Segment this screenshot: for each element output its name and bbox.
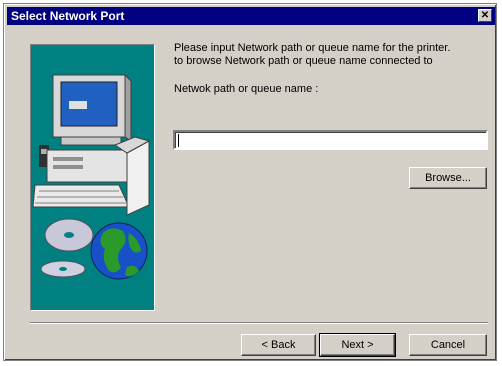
dialog-title: Select Network Port: [11, 9, 125, 23]
back-button[interactable]: < Back: [241, 334, 316, 356]
network-path-input[interactable]: [173, 130, 488, 150]
cancel-button[interactable]: Cancel: [409, 334, 487, 356]
button-separator: [30, 322, 488, 324]
cd-disc-icon: [40, 218, 94, 278]
title-bar: Select Network Port ✕: [7, 7, 495, 25]
close-icon: ✕: [480, 10, 490, 21]
close-button[interactable]: ✕: [478, 9, 492, 22]
instruction-line-1: Please input Network path or queue name …: [174, 42, 451, 54]
network-path-label: Netwok path or queue name :: [174, 83, 319, 95]
network-illustration: [32, 73, 151, 280]
browse-button[interactable]: Browse...: [409, 167, 487, 189]
next-button[interactable]: Next >: [319, 333, 396, 357]
select-network-port-dialog: Select Network Port ✕ Please input Netwo…: [3, 3, 497, 361]
instruction-line-2: to browse Network path or queue name con…: [174, 55, 433, 67]
globe-icon: [90, 222, 148, 280]
text-caret: [178, 134, 179, 147]
wizard-illustration-panel: [30, 44, 155, 311]
computer-icon: [32, 73, 151, 216]
